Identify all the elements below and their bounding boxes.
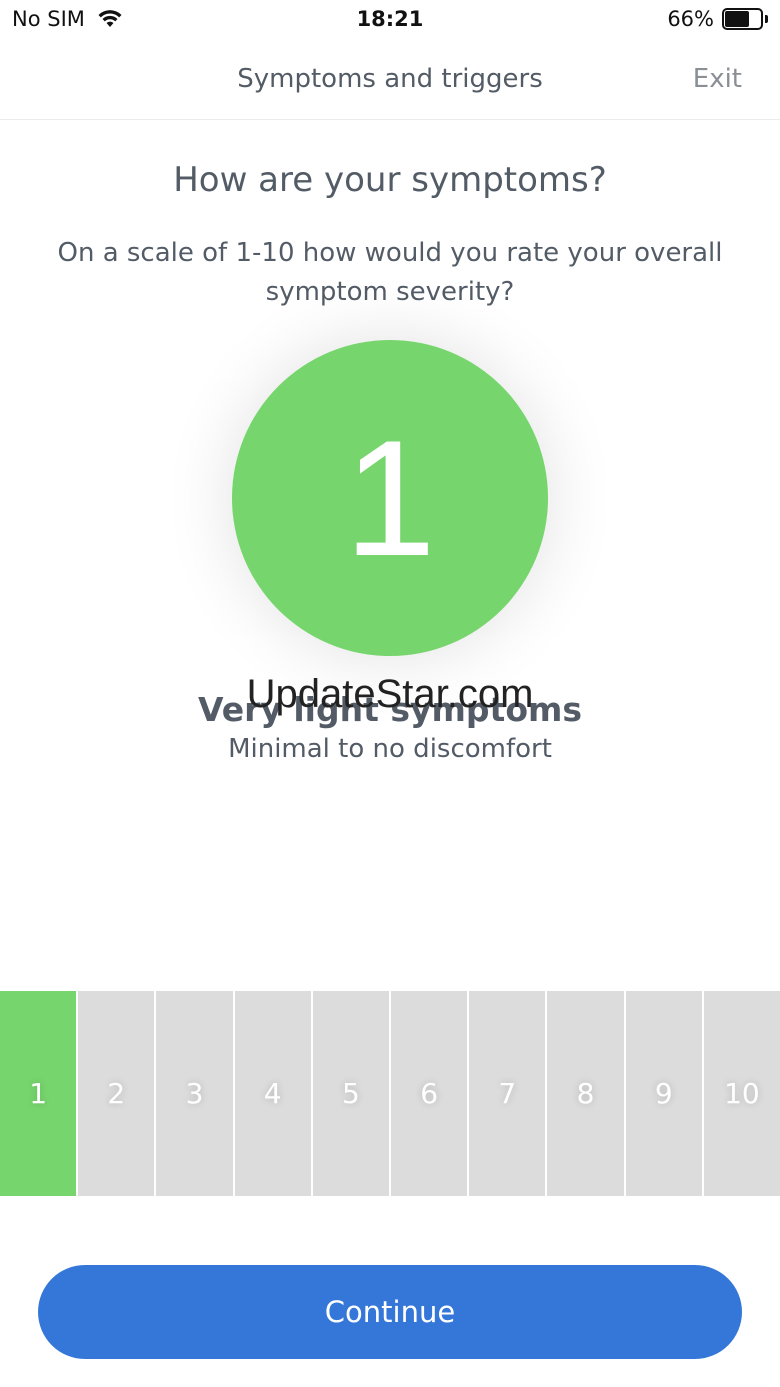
status-time: 18:21 <box>356 7 424 31</box>
watermark: UpdateStar.com <box>246 672 534 716</box>
scale-option-3[interactable]: 3 <box>154 991 232 1196</box>
severity-scale: 1 2 3 4 5 6 7 8 9 10 <box>0 991 780 1196</box>
scale-option-label: 5 <box>342 1077 360 1110</box>
scale-option-label: 7 <box>498 1077 517 1110</box>
score-circle: 1 <box>232 340 548 656</box>
scale-option-label: 9 <box>654 1077 673 1110</box>
scale-option-10[interactable]: 10 <box>701 991 780 1196</box>
scale-option-label: 8 <box>576 1077 595 1110</box>
scale-option-1[interactable]: 1 <box>0 991 77 1196</box>
navigation-bar: Symptoms and triggers Exit <box>0 40 780 120</box>
scale-option-label: 10 <box>724 1077 760 1110</box>
scale-option-label: 2 <box>107 1077 126 1110</box>
scale-option-2[interactable]: 2 <box>76 991 154 1196</box>
status-bar: No SIM 18:21 66% <box>0 0 780 40</box>
status-right: 66% <box>667 7 768 31</box>
scale-option-4[interactable]: 4 <box>232 991 311 1196</box>
question-title: How are your symptoms? <box>173 160 607 200</box>
scale-option-label: 6 <box>420 1077 439 1110</box>
scale-option-6[interactable]: 6 <box>389 991 467 1196</box>
scale-option-9[interactable]: 9 <box>623 991 702 1196</box>
battery-icon <box>722 8 768 30</box>
exit-button[interactable]: Exit <box>693 64 742 94</box>
question-description: On a scale of 1-10 how would you rate yo… <box>57 238 723 307</box>
scale-option-7[interactable]: 7 <box>467 991 545 1196</box>
scale-option-label: 3 <box>185 1077 204 1110</box>
severity-level-description: Minimal to no discomfort <box>228 734 552 764</box>
score-value: 1 <box>344 405 436 590</box>
continue-button[interactable]: Continue <box>38 1265 742 1359</box>
scale-option-8[interactable]: 8 <box>545 991 623 1196</box>
battery-percentage: 66% <box>667 7 714 31</box>
page-title: Symptoms and triggers <box>237 64 543 94</box>
scale-option-label: 4 <box>263 1077 282 1110</box>
scale-option-5[interactable]: 5 <box>310 991 389 1196</box>
scale-option-label: 1 <box>29 1077 48 1110</box>
